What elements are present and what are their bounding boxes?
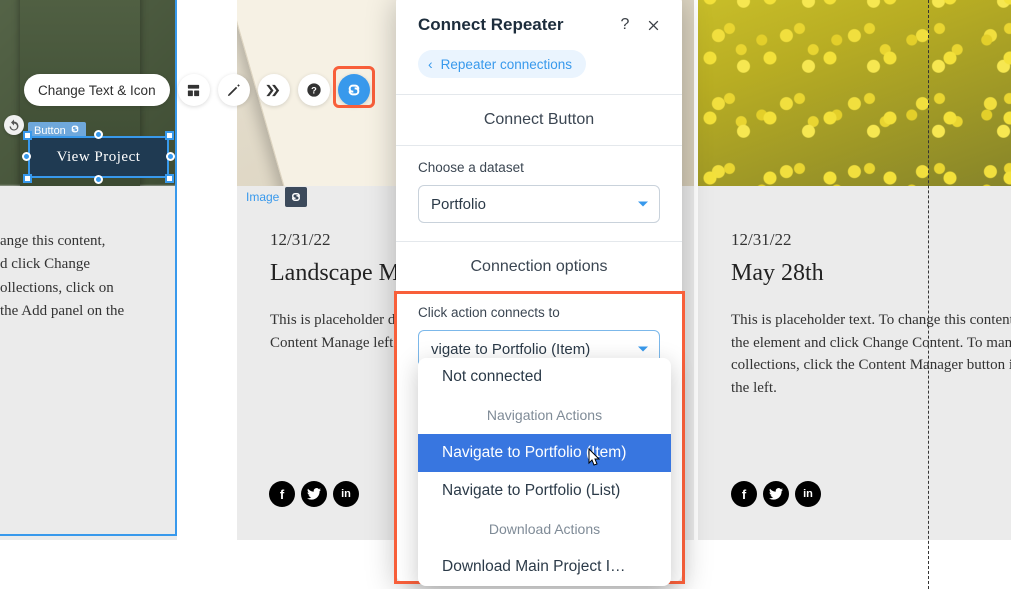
twitter-icon[interactable]: [763, 481, 789, 507]
dropdown-option-navigate-list[interactable]: Navigate to Portfolio (List): [418, 472, 671, 510]
repeater-item-3: View 12/31/22 May 28th This is placehold…: [698, 0, 1011, 540]
animation-button[interactable]: [258, 74, 290, 106]
back-repeater-connections[interactable]: ‹ Repeater connections: [418, 50, 586, 78]
section-connect-button: Connect Button: [396, 95, 682, 146]
layout-button[interactable]: [178, 74, 210, 106]
chevron-down-icon: [637, 196, 649, 213]
social-row: f in: [731, 481, 821, 507]
click-action-dropdown: Not connected Navigation Actions Navigat…: [418, 358, 671, 586]
dataset-select-value: Portfolio: [431, 196, 486, 213]
section-connection-options: Connection options: [396, 242, 682, 293]
data-connection-icon[interactable]: [285, 187, 307, 207]
social-row: f in: [269, 481, 359, 507]
dropdown-header-download: Download Actions: [418, 510, 671, 548]
panel-help-icon[interactable]: ?: [614, 14, 636, 36]
close-icon[interactable]: [642, 14, 664, 36]
element-toolbar: Change Text & Icon ?: [24, 74, 370, 106]
ruler-guide[interactable]: [928, 0, 929, 589]
image-tag-label: Image: [240, 187, 285, 207]
button-tag-label: Button: [34, 125, 66, 137]
help-button[interactable]: ?: [298, 74, 330, 106]
facebook-icon[interactable]: f: [269, 481, 295, 507]
element-type-tag-image: Image: [240, 187, 307, 207]
click-action-label: Click action connects to: [418, 305, 660, 320]
dropdown-header-navigation: Navigation Actions: [418, 396, 671, 434]
dataset-label: Choose a dataset: [418, 160, 660, 175]
twitter-icon[interactable]: [301, 481, 327, 507]
dropdown-option-navigate-item[interactable]: Navigate to Portfolio (Item): [418, 434, 671, 472]
linkedin-icon[interactable]: in: [795, 481, 821, 507]
design-button[interactable]: [218, 74, 250, 106]
highlight-box: [333, 66, 375, 108]
svg-text:?: ?: [311, 85, 317, 95]
chevron-down-icon: [637, 341, 649, 358]
change-text-icon-button[interactable]: Change Text & Icon: [24, 74, 170, 106]
dataset-select[interactable]: Portfolio: [418, 185, 660, 223]
card-body: This is placeholder text. To change this…: [731, 309, 1011, 399]
facebook-icon[interactable]: f: [731, 481, 757, 507]
card-date: 12/31/22: [731, 230, 1011, 250]
undo-icon[interactable]: [4, 115, 24, 135]
card-title: May 28th: [731, 260, 1011, 287]
linkedin-icon[interactable]: in: [333, 481, 359, 507]
back-link-label: Repeater connections: [441, 57, 572, 72]
dropdown-option-download-main[interactable]: Download Main Project I…: [418, 548, 671, 586]
selected-button-element[interactable]: View Project: [28, 136, 169, 178]
click-action-select-value: vigate to Portfolio (Item): [431, 341, 590, 358]
chevron-left-icon: ‹: [428, 56, 433, 72]
panel-title: Connect Repeater: [418, 15, 608, 35]
dropdown-option-not-connected[interactable]: Not connected: [418, 358, 671, 396]
card-image[interactable]: [698, 0, 1011, 186]
view-project-button-label: View Project: [28, 136, 169, 178]
